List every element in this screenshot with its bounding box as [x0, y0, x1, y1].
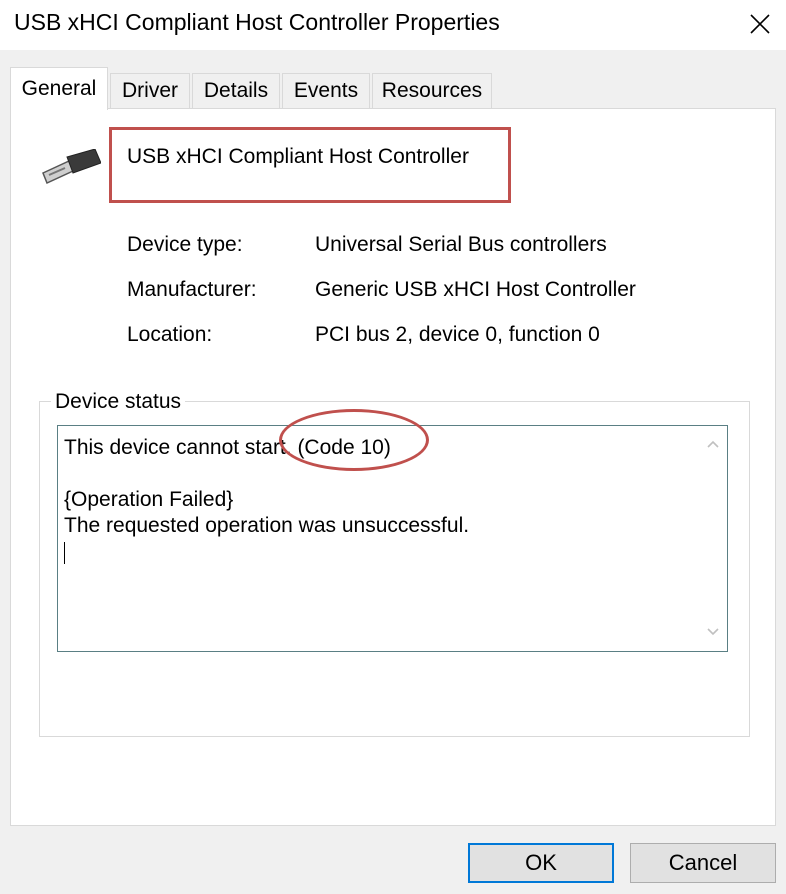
- tab-label: Details: [203, 79, 269, 102]
- text-caret: [64, 542, 65, 564]
- device-status-legend: Device status: [51, 390, 186, 414]
- tab-resources[interactable]: Resources: [372, 73, 492, 108]
- tab-events[interactable]: Events: [282, 73, 370, 108]
- chevron-up-icon: [707, 440, 719, 448]
- tab-label: Events: [293, 79, 359, 102]
- title-bar: USB xHCI Compliant Host Controller Prope…: [0, 0, 786, 50]
- location-label: Location:: [127, 323, 213, 346]
- usb-connector-icon: [39, 148, 102, 190]
- error-code-highlight: [279, 409, 429, 471]
- manufacturer-value: Generic USB xHCI Host Controller: [315, 278, 636, 301]
- scroll-down-button[interactable]: [703, 622, 723, 642]
- tab-general[interactable]: General: [10, 67, 108, 110]
- status-line: The requested operation was unsuccessful…: [64, 514, 470, 537]
- status-line: {Operation Failed}: [64, 488, 234, 511]
- cancel-button[interactable]: Cancel: [630, 843, 776, 883]
- ok-button-label: OK: [525, 850, 557, 875]
- tab-label: Resources: [381, 79, 483, 102]
- window-title: USB xHCI Compliant Host Controller Prope…: [14, 9, 500, 35]
- general-tab-panel: USB xHCI Compliant Host Controller Devic…: [10, 108, 776, 826]
- close-icon: [750, 14, 770, 34]
- device-type-value: Universal Serial Bus controllers: [315, 233, 607, 256]
- scroll-up-button[interactable]: [703, 434, 723, 454]
- tab-label: General: [21, 77, 97, 100]
- device-type-label: Device type:: [127, 233, 243, 256]
- location-value: PCI bus 2, device 0, function 0: [315, 323, 600, 346]
- manufacturer-label: Manufacturer:: [127, 278, 257, 301]
- properties-dialog: USB xHCI Compliant Host Controller Prope…: [0, 0, 786, 894]
- close-button[interactable]: [734, 0, 786, 48]
- cancel-button-label: Cancel: [668, 850, 738, 875]
- tab-label: Driver: [122, 79, 178, 102]
- ok-button[interactable]: OK: [468, 843, 614, 883]
- tab-driver[interactable]: Driver: [110, 73, 190, 108]
- chevron-down-icon: [707, 628, 719, 636]
- vertical-scrollbar[interactable]: [699, 426, 727, 651]
- tab-details[interactable]: Details: [192, 73, 280, 108]
- device-name: USB xHCI Compliant Host Controller: [127, 145, 469, 168]
